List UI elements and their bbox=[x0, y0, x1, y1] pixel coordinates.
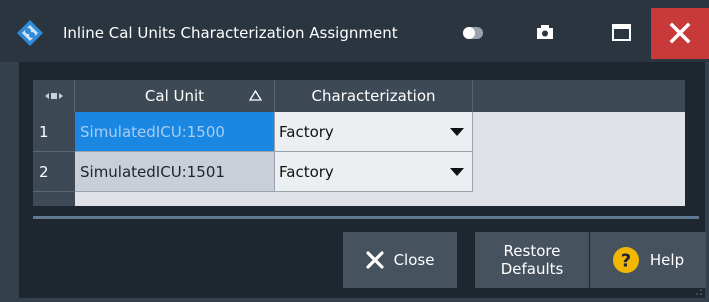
row-header-1[interactable]: 1 bbox=[33, 112, 75, 152]
dialog-content: Cal Unit Characterization 1 SimulatedICU… bbox=[19, 62, 706, 298]
svg-text:?: ? bbox=[621, 251, 631, 272]
help-button[interactable]: ? Help bbox=[590, 232, 706, 288]
column-header-characterization[interactable]: Characterization bbox=[275, 80, 473, 112]
header-filler bbox=[473, 80, 685, 112]
title-bar: Inline Cal Units Characterization Assign… bbox=[0, 0, 709, 62]
close-icon bbox=[669, 22, 691, 44]
resize-grip-icon[interactable] bbox=[695, 288, 703, 296]
cal-unit-value: SimulatedICU:1501 bbox=[80, 163, 225, 181]
camera-icon bbox=[537, 25, 553, 39]
dropdown-arrow-icon bbox=[450, 168, 464, 176]
cal-unit-cell-1[interactable]: SimulatedICU:1500 bbox=[75, 112, 275, 152]
characterization-dropdown-1[interactable]: Factory bbox=[275, 112, 473, 152]
toggle-icon bbox=[463, 27, 483, 39]
restore-defaults-button[interactable]: Restore Defaults bbox=[475, 232, 589, 288]
close-button-label: Close bbox=[393, 251, 435, 269]
close-x-icon bbox=[365, 251, 384, 269]
row-header-2[interactable]: 2 bbox=[33, 152, 75, 192]
assignment-table: Cal Unit Characterization 1 SimulatedICU… bbox=[33, 80, 685, 206]
app-logo-icon bbox=[17, 20, 43, 46]
help-button-label: Help bbox=[649, 251, 685, 269]
help-question-icon: ? bbox=[612, 247, 639, 273]
characterization-value: Factory bbox=[279, 123, 334, 141]
characterization-dropdown-2[interactable]: Factory bbox=[275, 152, 473, 192]
maximize-button[interactable] bbox=[598, 11, 644, 55]
table-empty-area bbox=[75, 192, 685, 206]
cal-unit-value: SimulatedICU:1500 bbox=[80, 123, 225, 141]
restore-label-line2: Defaults bbox=[500, 260, 564, 278]
row-number: 2 bbox=[39, 163, 49, 181]
row-header-empty bbox=[33, 192, 75, 206]
table-corner[interactable] bbox=[33, 80, 75, 112]
column-header-characterization-label: Characterization bbox=[311, 87, 436, 105]
close-button[interactable]: Close bbox=[343, 232, 457, 288]
column-resize-icon bbox=[45, 93, 63, 99]
restore-label-line1: Restore bbox=[503, 242, 561, 260]
toggle-button[interactable] bbox=[454, 11, 494, 55]
cal-unit-cell-2[interactable]: SimulatedICU:1501 bbox=[75, 152, 275, 192]
window-title: Inline Cal Units Characterization Assign… bbox=[63, 24, 398, 42]
maximize-icon bbox=[612, 24, 631, 41]
dropdown-arrow-icon bbox=[450, 128, 464, 136]
column-header-cal-unit-label: Cal Unit bbox=[144, 87, 205, 105]
screenshot-button[interactable] bbox=[525, 11, 565, 55]
sort-ascending-icon bbox=[249, 90, 262, 101]
window-close-button[interactable] bbox=[651, 8, 709, 59]
characterization-value: Factory bbox=[279, 163, 334, 181]
separator bbox=[33, 216, 699, 219]
row-number: 1 bbox=[39, 123, 49, 141]
column-header-cal-unit[interactable]: Cal Unit bbox=[75, 80, 275, 112]
